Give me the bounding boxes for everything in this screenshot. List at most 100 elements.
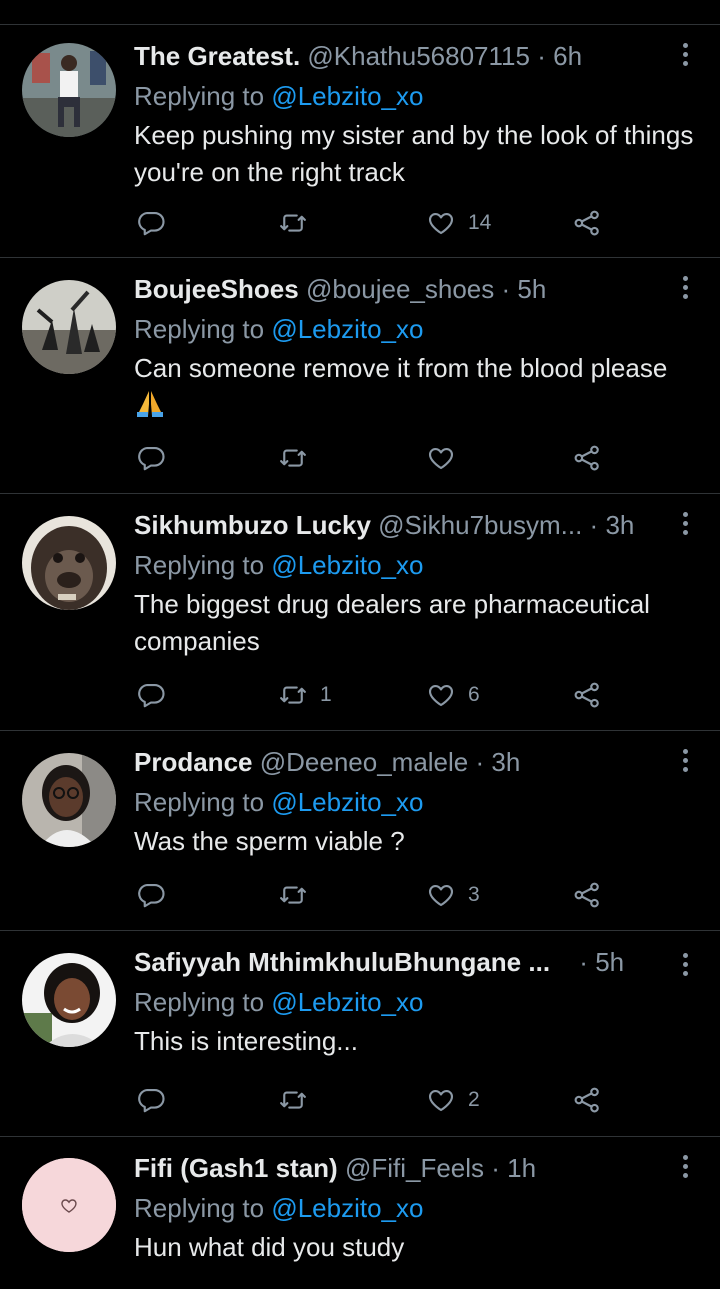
reply-to-link[interactable]: @Lebzito_xo xyxy=(271,787,423,817)
tweet-reply[interactable]: BoujeeShoes @boujee_shoes · 5h Replying … xyxy=(0,258,720,494)
like-button[interactable]: 6 xyxy=(426,677,480,713)
tweet-header: Fifi (Gash1 stan) @Fifi_Feels · 1h xyxy=(134,1151,650,1185)
avatar[interactable] xyxy=(22,516,116,610)
replying-to: Replying to @Lebzito_xo xyxy=(134,312,423,346)
retweet-button[interactable] xyxy=(278,1082,320,1118)
retweet-button[interactable] xyxy=(278,877,320,913)
separator-dot: · xyxy=(501,274,511,304)
reply-to-link[interactable]: @Lebzito_xo xyxy=(271,314,423,344)
timestamp[interactable]: 3h xyxy=(605,510,634,540)
tweet-header: The Greatest. @Khathu56807115 · 6h xyxy=(134,39,650,73)
timestamp[interactable]: 1h xyxy=(507,1153,536,1183)
tweet-text: This is interesting... xyxy=(134,1026,358,1056)
heart-icon xyxy=(428,212,454,235)
share-button[interactable] xyxy=(572,677,602,713)
more-options-icon[interactable] xyxy=(680,512,690,538)
separator-dot: · xyxy=(589,510,599,540)
tweet-reply[interactable]: Fifi (Gash1 stan) @Fifi_Feels · 1h Reply… xyxy=(0,1137,720,1289)
retweet-icon xyxy=(280,449,306,467)
retweet-button[interactable] xyxy=(278,440,320,476)
share-button[interactable] xyxy=(572,440,602,476)
avatar[interactable] xyxy=(22,753,116,847)
tweet-reply[interactable]: The Greatest. @Khathu56807115 · 6h Reply… xyxy=(0,25,720,258)
share-button[interactable] xyxy=(572,877,602,913)
like-button[interactable]: 2 xyxy=(426,1082,480,1118)
reply-to-link[interactable]: @Lebzito_xo xyxy=(271,81,423,111)
more-options-icon[interactable] xyxy=(680,953,690,979)
display-name[interactable]: Safiyyah MthimkhuluBhungane ... xyxy=(134,947,550,977)
heart-icon xyxy=(428,684,454,707)
reply-icon xyxy=(138,883,165,908)
heart-icon xyxy=(428,447,454,470)
more-options-icon[interactable] xyxy=(680,43,690,69)
user-handle[interactable]: @Deeneo_malele xyxy=(260,747,469,777)
user-handle[interactable]: @boujee_shoes xyxy=(306,274,494,304)
more-options-icon[interactable] xyxy=(680,749,690,775)
separator-dot: · xyxy=(579,947,588,977)
like-button[interactable]: 14 xyxy=(426,205,491,241)
reply-button[interactable] xyxy=(136,677,166,713)
replying-label: Replying to xyxy=(134,550,265,580)
tweet-reply[interactable]: Safiyyah MthimkhuluBhungane ... · 5h Rep… xyxy=(0,931,720,1137)
display-name[interactable]: Fifi (Gash1 stan) xyxy=(134,1153,338,1183)
retweet-icon xyxy=(280,686,306,704)
reply-to-link[interactable]: @Lebzito_xo xyxy=(271,1193,423,1223)
like-button[interactable] xyxy=(426,440,468,476)
folded-hands-icon xyxy=(134,388,166,428)
reply-to-link[interactable]: @Lebzito_xo xyxy=(271,987,423,1017)
replying-label: Replying to xyxy=(134,314,265,344)
display-name[interactable]: Prodance xyxy=(134,747,253,777)
replying-label: Replying to xyxy=(134,787,265,817)
tweet-reply[interactable]: Sikhumbuzo Lucky @Sikhu7busym... · 3h Re… xyxy=(0,494,720,731)
tweet-header: Prodance @Deeneo_malele · 3h xyxy=(134,745,650,779)
retweet-icon xyxy=(280,214,306,232)
more-options-icon[interactable] xyxy=(680,276,690,302)
share-button[interactable] xyxy=(572,1082,602,1118)
share-icon xyxy=(574,445,599,471)
like-count: 6 xyxy=(468,683,480,706)
reply-button[interactable] xyxy=(136,1082,166,1118)
timestamp[interactable]: 5h xyxy=(517,274,546,304)
avatar[interactable] xyxy=(22,43,116,137)
retweet-button[interactable]: 1 xyxy=(278,677,332,713)
replying-label: Replying to xyxy=(134,81,265,111)
separator-dot: · xyxy=(491,1153,500,1183)
display-name[interactable]: Sikhumbuzo Lucky xyxy=(134,510,371,540)
display-name[interactable]: BoujeeShoes xyxy=(134,274,299,304)
tweet-text: Was the sperm viable ? xyxy=(134,826,405,856)
retweet-icon xyxy=(280,1091,306,1109)
like-count: 3 xyxy=(468,883,480,906)
share-button[interactable] xyxy=(572,205,602,241)
tweet-header: BoujeeShoes @boujee_shoes · 5h xyxy=(134,272,650,306)
replying-to: Replying to @Lebzito_xo xyxy=(134,79,423,113)
user-handle[interactable]: @Fifi_Feels xyxy=(345,1153,484,1183)
like-button[interactable]: 3 xyxy=(426,877,480,913)
avatar[interactable] xyxy=(22,953,116,1047)
tweet-actions xyxy=(134,440,614,476)
replying-to: Replying to @Lebzito_xo xyxy=(134,985,423,1019)
reply-button[interactable] xyxy=(136,205,166,241)
retweet-button[interactable] xyxy=(278,205,320,241)
like-count: 2 xyxy=(468,1088,480,1111)
reply-button[interactable] xyxy=(136,440,166,476)
tweet-text: Keep pushing my sister and by the look o… xyxy=(134,120,694,187)
replying-label: Replying to xyxy=(134,1193,265,1223)
tweet-reply[interactable]: Prodance @Deeneo_malele · 3h Replying to… xyxy=(0,731,720,931)
display-name[interactable]: The Greatest. xyxy=(134,41,300,71)
user-handle[interactable]: @Sikhu7busym... xyxy=(378,510,582,540)
tweet-header: Safiyyah MthimkhuluBhungane ... · 5h xyxy=(134,945,650,979)
reply-button[interactable] xyxy=(136,877,166,913)
avatar[interactable] xyxy=(22,280,116,374)
tweet-header: Sikhumbuzo Lucky @Sikhu7busym... · 3h xyxy=(134,508,650,542)
timestamp[interactable]: 3h xyxy=(491,747,520,777)
avatar[interactable] xyxy=(22,1158,116,1252)
separator-dot: · xyxy=(537,41,546,71)
timestamp[interactable]: 5h xyxy=(595,947,624,977)
reply-to-link[interactable]: @Lebzito_xo xyxy=(271,550,423,580)
user-handle[interactable]: @Khathu56807115 xyxy=(307,41,530,71)
like-count: 14 xyxy=(468,211,492,234)
tweet-actions: 2 xyxy=(134,1082,614,1118)
reply-icon xyxy=(138,683,165,708)
more-options-icon[interactable] xyxy=(680,1155,690,1181)
timestamp[interactable]: 6h xyxy=(553,41,582,71)
